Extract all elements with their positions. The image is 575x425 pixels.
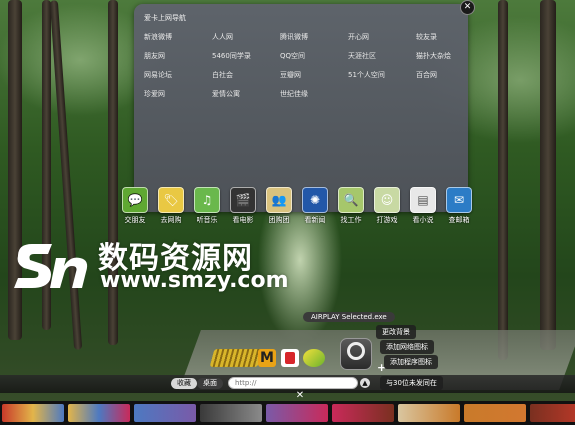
- nav-links: 新浪微博 人人网 腾讯微博 开心网 较友录 朋友网 5460同学录 QQ空间 天…: [144, 32, 454, 99]
- wallpaper-thumb[interactable]: [200, 404, 262, 422]
- nav-link[interactable]: 猫扑大杂烩: [416, 51, 476, 61]
- game-icon: ☺: [374, 187, 400, 213]
- nav-link[interactable]: 珍爱网: [144, 89, 212, 99]
- close-icon[interactable]: ✕: [460, 0, 475, 15]
- nav-link[interactable]: 百合网: [416, 70, 476, 80]
- app-label: 打游戏: [376, 216, 398, 224]
- nav-link[interactable]: QQ空间: [280, 51, 348, 61]
- app-label: 看新闻: [304, 216, 326, 224]
- app-news[interactable]: ✺ 看新闻: [298, 187, 332, 225]
- app-label: 听音乐: [196, 216, 218, 224]
- nav-link[interactable]: 5460同学录: [212, 51, 280, 61]
- menu-add-web-icon[interactable]: 添加网络图标: [380, 340, 434, 354]
- pdf-icon[interactable]: [281, 349, 299, 367]
- wallpaper-thumb[interactable]: [68, 404, 130, 422]
- mail-icon: ✉: [446, 187, 472, 213]
- book-icon: ▤: [410, 187, 436, 213]
- nav-link[interactable]: 开心网: [348, 32, 416, 42]
- wallpaper-thumb[interactable]: [266, 404, 328, 422]
- app-label: 找工作: [340, 216, 362, 224]
- nav-link[interactable]: 网易论坛: [144, 70, 212, 80]
- app-label: 看小说: [412, 216, 434, 224]
- nav-link[interactable]: 白社会: [212, 70, 280, 80]
- watermark-url: www.smzy.com: [100, 268, 289, 293]
- desktop-button[interactable]: 桌面: [197, 378, 223, 389]
- app-label: 查邮箱: [448, 216, 470, 224]
- nav-link[interactable]: 天涯社区: [348, 51, 416, 61]
- app-label: 看电影: [232, 216, 254, 224]
- app-label: 团购团: [268, 216, 290, 224]
- music-icon: ♫: [194, 187, 220, 213]
- app-mail[interactable]: ✉ 查邮箱: [442, 187, 476, 225]
- menu-online-count: 与30位未发同在: [380, 376, 443, 390]
- watermark-logo: [14, 244, 88, 288]
- group-icon: 👥: [266, 187, 292, 213]
- app-movies[interactable]: 🎬 看电影: [226, 187, 260, 225]
- wallpaper-thumb[interactable]: [464, 404, 526, 422]
- wallpaper-thumb[interactable]: [530, 404, 575, 422]
- nav-panel: 爱卡上网导航 新浪微博 人人网 腾讯微博 开心网 较友录 朋友网 5460同学录…: [134, 4, 468, 212]
- nav-link[interactable]: 爱情公寓: [212, 89, 280, 99]
- favorites-button[interactable]: 收藏: [171, 378, 197, 389]
- app-games[interactable]: ☺ 打游戏: [370, 187, 404, 225]
- wallpaper-thumb[interactable]: [398, 404, 460, 422]
- app-label: 交朋友: [124, 216, 146, 224]
- app-novels[interactable]: ▤ 看小说: [406, 187, 440, 225]
- airplay-label: AIRPLAY Selected.exe: [303, 312, 395, 322]
- airplay-app-icon[interactable]: [340, 338, 372, 370]
- nav-link[interactable]: 豆瓣网: [280, 70, 348, 80]
- tree-trunk: [498, 0, 508, 360]
- wallpaper-thumb[interactable]: [134, 404, 196, 422]
- app-label: 去网购: [160, 216, 182, 224]
- nav-link[interactable]: 人人网: [212, 32, 280, 42]
- wallpaper-thumbnails: [0, 401, 575, 425]
- nav-link[interactable]: 朋友网: [144, 51, 212, 61]
- tree-trunk: [108, 0, 118, 345]
- app-group-buy[interactable]: 👥 团购团: [262, 187, 296, 225]
- tree-trunk: [540, 0, 556, 350]
- nav-link[interactable]: 世纪佳缘: [280, 89, 348, 99]
- wallpaper-thumb[interactable]: [332, 404, 394, 422]
- tree-trunk: [49, 0, 83, 350]
- nav-link[interactable]: 腾讯微博: [280, 32, 348, 42]
- close-bottom-icon[interactable]: ✕: [294, 391, 306, 401]
- chevron-up-icon[interactable]: ▲: [360, 378, 370, 388]
- film-icon: 🎬: [230, 187, 256, 213]
- chat-icon: 💬: [122, 187, 148, 213]
- leaf-icon[interactable]: [303, 349, 325, 367]
- menu-add-program-icon[interactable]: 添加程序图标: [384, 355, 438, 369]
- menu-change-background[interactable]: 更改背景: [376, 325, 416, 339]
- stripes-icon[interactable]: [209, 349, 263, 367]
- app-make-friends[interactable]: 💬 交朋友: [118, 187, 152, 225]
- url-input[interactable]: [228, 377, 358, 389]
- search-job-icon: 🔍: [338, 187, 364, 213]
- wallpaper-thumb[interactable]: [2, 404, 64, 422]
- app-music[interactable]: ♫ 听音乐: [190, 187, 224, 225]
- m-app-icon[interactable]: M: [258, 349, 276, 367]
- nav-link[interactable]: 较友录: [416, 32, 476, 42]
- shopping-icon: 🏷: [158, 187, 184, 213]
- nav-link[interactable]: 新浪微博: [144, 32, 212, 42]
- app-find-job[interactable]: 🔍 找工作: [334, 187, 368, 225]
- nav-link[interactable]: 51个人空间: [348, 70, 416, 80]
- nav-title: 爱卡上网导航: [144, 14, 186, 22]
- news-icon: ✺: [302, 187, 328, 213]
- app-shopping[interactable]: 🏷 去网购: [154, 187, 188, 225]
